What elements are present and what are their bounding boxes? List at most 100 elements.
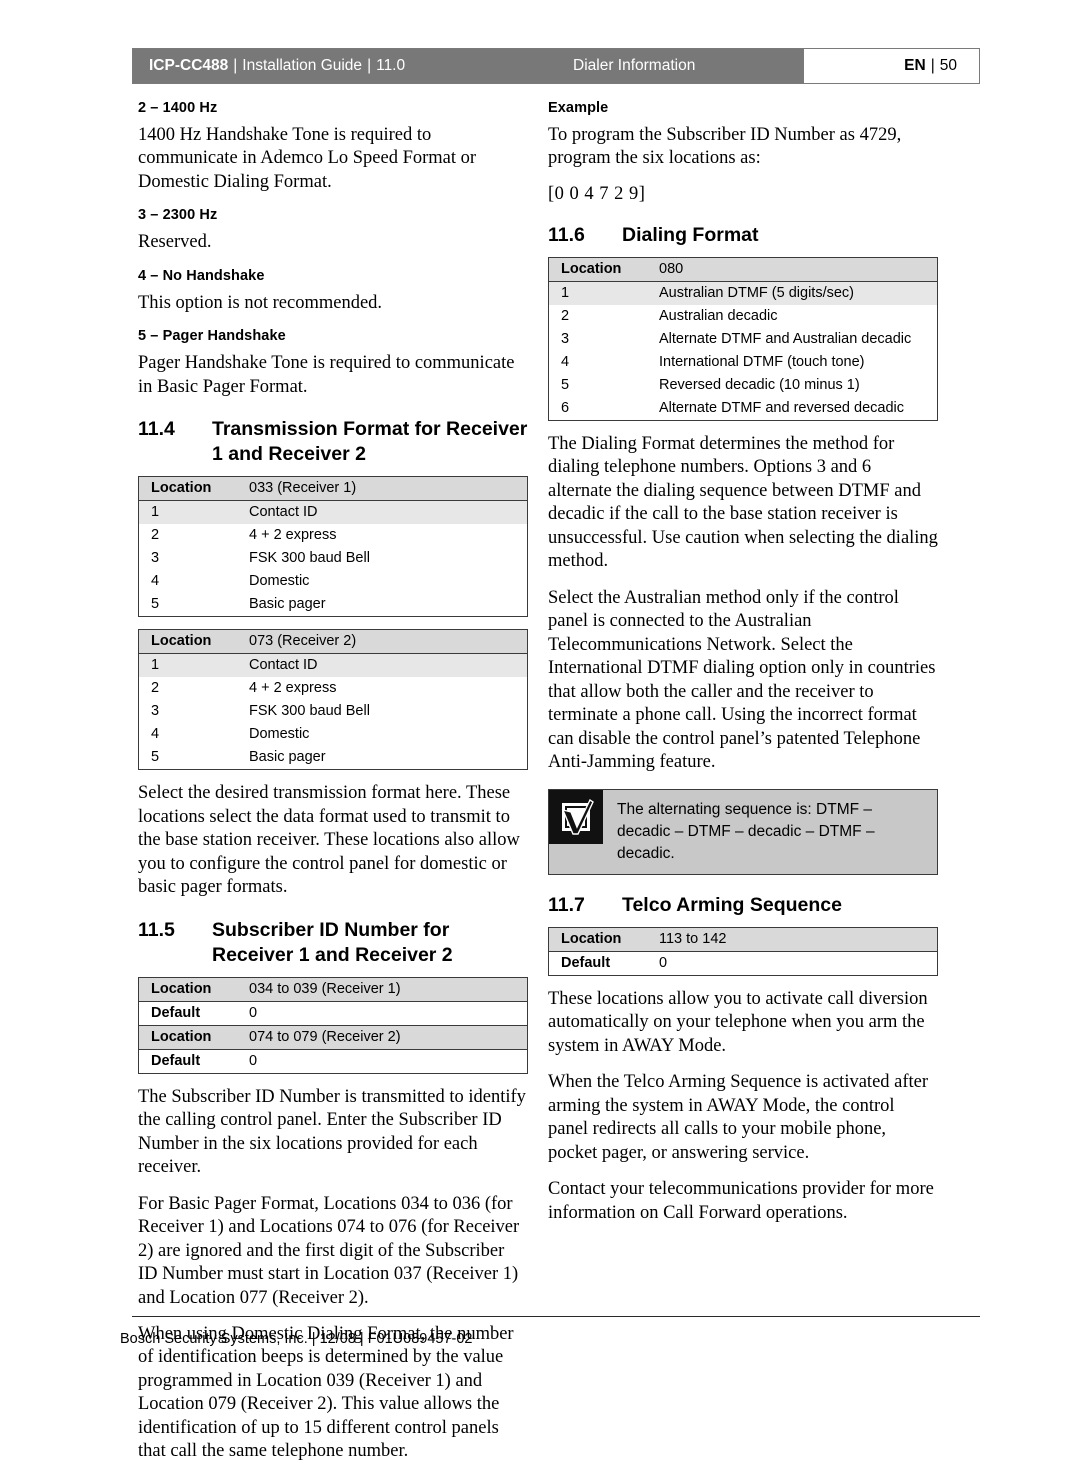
row-key: Location — [138, 1025, 247, 1050]
table-header-row: Location 033 (Receiver 1) — [138, 476, 528, 502]
section-heading-11-6: 11.6 Dialing Format — [548, 223, 938, 248]
row-value: 0 — [247, 1001, 528, 1026]
table-header-value: 073 (Receiver 2) — [247, 629, 528, 655]
table-row: Location 074 to 079 (Receiver 2) — [138, 1025, 528, 1050]
section-heading-11-5: 11.5 Subscriber ID Number for Receiver 1… — [138, 918, 528, 968]
row-index: 5 — [151, 749, 160, 766]
section-heading-11-4: 11.4 Transmission Format for Receiver 1 … — [138, 417, 528, 467]
table-header-value: 080 — [657, 257, 938, 282]
paragraph-11-5-body-1: The Subscriber ID Number is transmitted … — [138, 1086, 526, 1178]
row-label: Reversed decadic (10 minus 1) — [659, 376, 860, 393]
table-row: Default 0 — [138, 1001, 528, 1026]
table-row: Default 0 — [138, 1049, 528, 1074]
section-number-11-5: 11.5 — [138, 918, 175, 941]
row-key: Default — [561, 954, 611, 971]
table-row: 3 Alternate DTMF and Australian decadic — [548, 327, 938, 351]
table-subscriber-id-locations: Location 034 to 039 (Receiver 1) Default… — [138, 976, 528, 1074]
row-label: FSK 300 baud Bell — [249, 550, 370, 567]
table-transmission-format-receiver-1: Location 033 (Receiver 1) 1 Contact ID 2… — [138, 476, 528, 618]
section-number-11-4: 11.4 — [138, 418, 175, 441]
row-index: 1 — [561, 284, 570, 301]
table-row: 2 Australian decadic — [548, 304, 938, 328]
footer-divider — [132, 1316, 980, 1317]
header-doc-id: ICP-CC488 — [149, 57, 229, 74]
table-transmission-format-receiver-2: Location 073 (Receiver 2) 1 Contact ID 2… — [138, 629, 528, 771]
right-column: Example To program the Subscriber ID Num… — [548, 100, 938, 1238]
header-section-title: Dialer Information — [553, 49, 803, 83]
row-index: 5 — [151, 596, 160, 613]
header-sep-2: | — [367, 57, 372, 74]
row-index: 4 — [561, 353, 570, 370]
table-header-value: 033 (Receiver 1) — [247, 476, 528, 502]
row-index: 6 — [561, 399, 570, 416]
table-row: 5 Reversed decadic (10 minus 1) — [548, 373, 938, 397]
section-heading-11-7: 11.7 Telco Arming Sequence — [548, 893, 938, 918]
row-label: Alternate DTMF and Australian decadic — [659, 330, 912, 347]
paragraph-example-body: To program the Subscriber ID Number as 4… — [548, 125, 902, 169]
paragraph-11-5-body-2: For Basic Pager Format, Locations 034 to… — [138, 1193, 520, 1308]
table-row: 5 Basic pager — [138, 746, 528, 770]
header-language-code: EN — [904, 57, 926, 74]
table-header-row: Location 080 — [548, 257, 938, 282]
table-row: 4 Domestic — [138, 570, 528, 594]
paragraph-11-7-body-1: These locations allow you to activate ca… — [548, 988, 928, 1056]
row-key: Default — [138, 1001, 247, 1026]
subheading-option-2: 2 – 1400 Hz — [138, 100, 218, 116]
row-label: 4 + 2 express — [249, 527, 337, 544]
row-label: Contact ID — [249, 504, 318, 521]
header-page-info: EN | 50 — [803, 49, 979, 83]
page-header: ICP-CC488 | Installation Guide | 11.0 Di… — [132, 48, 980, 84]
section-title-11-7: Telco Arming Sequence — [622, 893, 842, 916]
table-header-key: Location — [548, 257, 657, 282]
section-number-11-6: 11.6 — [548, 223, 585, 246]
row-index: 4 — [151, 726, 160, 743]
table-row: 2 4 + 2 express — [138, 677, 528, 701]
row-label: International DTMF (touch tone) — [659, 353, 865, 370]
section-number-11-7: 11.7 — [548, 893, 585, 916]
table-row: 1 Contact ID — [138, 653, 528, 678]
note-text: The alternating sequence is: DTMF – deca… — [617, 800, 875, 862]
table-telco-arming-sequence: Location 113 to 142 Default 0 — [548, 926, 938, 976]
row-index: 3 — [561, 330, 570, 347]
section-title-11-5: Subscriber ID Number for Receiver 1 and … — [212, 918, 453, 966]
row-value: 0 — [659, 954, 668, 971]
header-sep-1: | — [233, 57, 238, 74]
table-dialing-format: Location 080 1 Australian DTMF (5 digits… — [548, 256, 938, 421]
paragraph-11-7-body-2: When the Telco Arming Sequence is activa… — [548, 1072, 929, 1163]
paragraph-11-4-body: Select the desired transmission format h… — [138, 783, 520, 898]
row-label: FSK 300 baud Bell — [249, 703, 370, 720]
header-section-title-text: Dialer Information — [573, 57, 696, 74]
table-row: 1 Contact ID — [138, 500, 528, 525]
paragraph-option-4: This option is not recommended. — [138, 292, 383, 313]
checkbox-check-icon — [549, 789, 603, 844]
note-callout: The alternating sequence is: DTMF – deca… — [548, 788, 938, 875]
section-title-11-6: Dialing Format — [622, 223, 759, 246]
table-header-key: Location — [138, 629, 247, 655]
row-index: 2 — [561, 307, 570, 324]
table-row: 3 FSK 300 baud Bell — [138, 700, 528, 724]
row-label: 4 + 2 express — [249, 680, 337, 697]
header-sep-3: | — [930, 57, 935, 74]
subheading-option-3: 3 – 2300 Hz — [138, 207, 218, 224]
table-header-row: Location 073 (Receiver 2) — [138, 629, 528, 655]
row-index: 5 — [561, 376, 570, 393]
paragraph-option-2: 1400 Hz Handshake Tone is required to co… — [138, 125, 477, 192]
row-value: 034 to 039 (Receiver 1) — [247, 977, 528, 1002]
row-key: Location — [548, 927, 657, 952]
subheading-option-4: 4 – No Handshake — [138, 267, 265, 284]
row-index: 3 — [151, 703, 160, 720]
footer-text: Bosch Security Systems, Inc. | 12/08 | F… — [120, 1331, 473, 1347]
document-page: ICP-CC488 | Installation Guide | 11.0 Di… — [0, 0, 1080, 1461]
example-code-line: [0 0 4 7 2 9] — [548, 183, 646, 204]
row-label: Domestic — [249, 573, 310, 590]
table-row: 6 Alternate DTMF and reversed decadic — [548, 396, 938, 421]
row-value: 0 — [249, 1052, 258, 1069]
header-guide-label: Installation Guide — [242, 57, 363, 74]
row-value: 074 to 079 (Receiver 2) — [247, 1025, 528, 1050]
table-row: 4 Domestic — [138, 723, 528, 747]
row-label: Alternate DTMF and reversed decadic — [659, 399, 904, 416]
table-row: 5 Basic pager — [138, 593, 528, 617]
header-doc-info: ICP-CC488 | Installation Guide | 11.0 — [133, 49, 553, 83]
table-row: 4 International DTMF (touch tone) — [548, 350, 938, 374]
table-row: 1 Australian DTMF (5 digits/sec) — [548, 281, 938, 305]
